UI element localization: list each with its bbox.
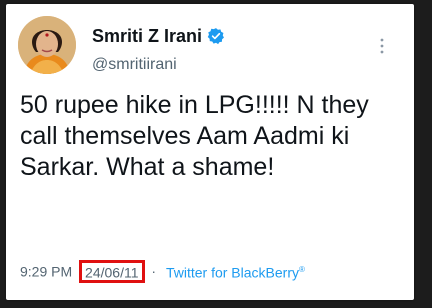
- tweet-date[interactable]: 24/06/11: [85, 264, 138, 280]
- registered-mark: ®: [298, 265, 305, 275]
- display-name-label: Smriti Z Irani: [92, 26, 203, 46]
- verified-badge-icon: [207, 28, 224, 45]
- display-name[interactable]: Smriti Z Irani: [92, 25, 225, 47]
- tweet-metadata: 9:29 PM 24/06/11 · Twitter for BlackBerr…: [20, 259, 305, 283]
- avatar-photo: [18, 16, 76, 74]
- tweet-source-label: Twitter for BlackBerry: [165, 264, 299, 281]
- avatar[interactable]: [18, 16, 76, 74]
- tweet-text: 50 rupee hike in LPG!!!!! N they call th…: [20, 91, 369, 181]
- metadata-separator: ·: [151, 263, 157, 280]
- more-options-icon[interactable]: [380, 38, 384, 54]
- tweet-card: Smriti Z Irani @smritiirani 50 rupee hik…: [6, 4, 414, 300]
- user-handle[interactable]: @smritiirani: [92, 55, 177, 75]
- tweet-source-link[interactable]: Twitter for BlackBerry®: [165, 263, 305, 281]
- tweet-time[interactable]: 9:29 PM: [20, 263, 72, 279]
- tweet-date-highlight: 24/06/11: [79, 259, 145, 283]
